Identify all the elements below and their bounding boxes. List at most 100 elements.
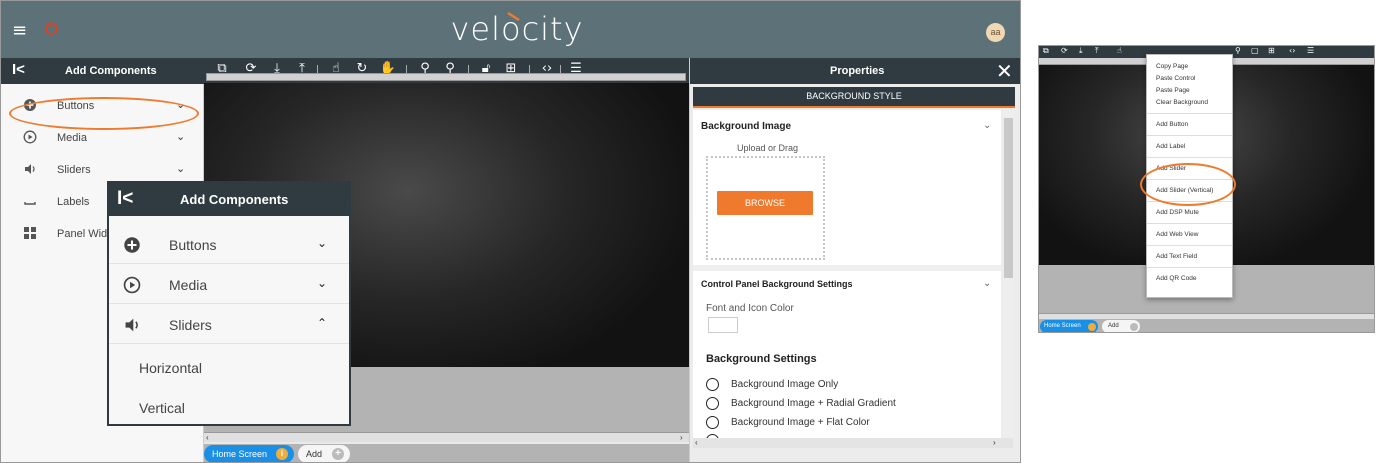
info-icon[interactable]: i — [276, 448, 288, 460]
logo-flame-icon — [507, 11, 520, 22]
radio-image-radial-gradient[interactable] — [706, 397, 719, 410]
collapse-panel-icon[interactable]: I< — [117, 188, 133, 210]
tab-background-style[interactable]: BACKGROUND STYLE — [693, 87, 1015, 108]
add-components-header: I< Add Components — [1, 58, 204, 84]
lock-icon[interactable]: ▢ — [1251, 46, 1259, 55]
slider-option-horizontal[interactable]: Horizontal — [139, 360, 202, 376]
properties-panel: Properties ✕ BACKGROUND STYLE Background… — [689, 58, 1020, 462]
zoomed-add-components-callout: I< Add Components Buttons ⌄ Media ⌄ Slid… — [107, 181, 351, 426]
collapse-panel-icon[interactable]: I< — [12, 61, 25, 78]
menu-item-clear-background[interactable]: Clear Background — [1156, 99, 1208, 106]
close-icon[interactable]: ✕ — [996, 59, 1013, 83]
scrollbar-thumb[interactable] — [1004, 118, 1013, 278]
chevron-down-icon[interactable]: ⌄ — [176, 130, 185, 143]
radio-image-only[interactable] — [706, 378, 719, 391]
radio-label: Background Image + Flat Color — [731, 417, 870, 428]
menu-item-add-label[interactable]: Add Label — [1156, 143, 1185, 150]
browse-button[interactable]: BROWSE — [717, 191, 813, 215]
category-label: Sliders — [57, 164, 91, 176]
component-category-buttons[interactable]: Buttons ⌄ — [109, 224, 349, 264]
component-category-media[interactable]: Media ⌄ — [109, 264, 349, 304]
toolbar-scrollbar[interactable] — [206, 73, 686, 81]
slider-option-vertical[interactable]: Vertical — [139, 400, 185, 416]
category-label: Buttons — [169, 237, 217, 253]
zoom-in-icon[interactable]: ⚲ — [1235, 46, 1241, 55]
scroll-right-icon[interactable]: › — [680, 433, 683, 442]
label-icon — [23, 194, 37, 208]
radio-image-flat-color[interactable] — [706, 416, 719, 429]
rotate-screen-icon[interactable]: ⟳ — [1061, 46, 1068, 55]
chevron-down-icon[interactable]: ⌄ — [317, 276, 327, 290]
category-label: Media — [169, 277, 208, 293]
info-icon[interactable] — [1088, 323, 1096, 331]
speaker-icon — [23, 162, 37, 176]
tab-label: Home Screen — [1044, 323, 1081, 329]
properties-vertical-scrollbar[interactable] — [1003, 110, 1014, 438]
component-category-sliders[interactable]: Sliders ⌃ — [109, 304, 349, 344]
widgets-icon — [23, 226, 37, 240]
menu-item-add-web-view[interactable]: Add Web View — [1156, 231, 1198, 238]
hamburger-menu-icon[interactable]: ≡ — [12, 20, 27, 41]
chevron-down-icon[interactable]: ⌄ — [176, 162, 185, 175]
properties-horizontal-scrollbar[interactable]: ‹ › — [693, 438, 1013, 448]
menu-item-paste-control[interactable]: Paste Control — [1156, 75, 1195, 82]
category-label: Labels — [57, 196, 90, 208]
menu-item-paste-page[interactable]: Paste Page — [1156, 87, 1190, 94]
menu-item-copy-page[interactable]: Copy Page — [1156, 63, 1188, 70]
page-tabs: Home Screen Add — [1039, 319, 1374, 332]
power-icon[interactable]: ⏻ — [45, 19, 58, 39]
properties-body: Background Image ⌄ Upload or Drag BROWSE… — [693, 110, 1001, 438]
upload-label: Upload or Drag — [737, 143, 799, 153]
properties-header: Properties ✕ — [690, 58, 1020, 84]
user-avatar[interactable]: aa — [986, 23, 1005, 42]
properties-title: Properties — [830, 65, 885, 77]
tab-home-screen[interactable]: Home Screen — [1040, 320, 1098, 332]
font-color-swatch[interactable] — [708, 317, 738, 333]
grid-icon[interactable]: ⊞ — [1268, 46, 1275, 55]
background-settings-label: Background Settings — [706, 353, 817, 365]
top-bar: ≡ ⏻ velocity aa — [1, 1, 1020, 58]
category-label: Media — [57, 132, 87, 144]
tab-home-screen[interactable]: Home Screen i — [204, 445, 294, 462]
menu-item-add-qr-code[interactable]: Add QR Code — [1156, 275, 1196, 282]
plus-icon[interactable]: + — [332, 448, 344, 460]
scroll-left-icon[interactable]: ‹ — [695, 438, 698, 447]
page-tabs: Home Screen i Add + — [204, 444, 689, 462]
background-image-label: Background Image — [701, 121, 792, 132]
section-divider — [693, 265, 1001, 271]
scroll-right-icon[interactable]: › — [993, 438, 996, 447]
canvas-horizontal-scrollbar[interactable]: ‹ › — [204, 432, 689, 442]
touch-icon[interactable]: ☝ — [1117, 46, 1122, 55]
chevron-down-icon[interactable]: ⌄ — [317, 236, 327, 250]
category-label: Panel Widg — [57, 228, 114, 240]
download-icon[interactable]: ⤓ — [1079, 46, 1083, 56]
upload-icon[interactable]: ⤒ — [1095, 46, 1099, 56]
tab-label: Add — [306, 449, 323, 459]
chevron-down-icon[interactable]: ⌄ — [983, 278, 991, 289]
tab-label: Add — [1108, 323, 1119, 329]
chevron-up-icon[interactable]: ⌃ — [317, 316, 327, 330]
plus-icon[interactable] — [1130, 323, 1138, 331]
add-components-header: I< Add Components — [109, 183, 349, 216]
speaker-icon — [123, 316, 141, 334]
panel-title: Add Components — [65, 65, 157, 77]
code-icon[interactable]: ‹› — [1289, 46, 1295, 55]
tab-add-page[interactable]: Add + — [298, 445, 350, 462]
radio-label: Background Image + Radial Gradient — [731, 398, 896, 409]
control-panel-settings-label: Control Panel Background Settings — [701, 279, 853, 289]
resize-icon[interactable]: ⧉ — [1043, 46, 1049, 56]
scroll-left-icon[interactable]: ‹ — [206, 433, 209, 442]
main-app-window: ≡ ⏻ velocity aa I< Add Components Button… — [0, 0, 1021, 463]
category-label: Sliders — [169, 317, 212, 333]
plus-circle-icon — [123, 236, 141, 254]
tab-add-page[interactable]: Add — [1102, 320, 1140, 332]
menu-item-add-button[interactable]: Add Button — [1156, 121, 1188, 128]
add-slider-highlight-ring — [1140, 163, 1236, 206]
settings-sliders-icon[interactable]: ☰ — [1307, 46, 1314, 55]
menu-item-add-dsp-mute[interactable]: Add DSP Mute — [1156, 209, 1199, 216]
chevron-down-icon[interactable]: ⌄ — [983, 120, 991, 131]
panel-title: Add Components — [180, 192, 289, 207]
sliders-highlight-ring — [9, 97, 199, 130]
menu-item-add-text-field[interactable]: Add Text Field — [1156, 253, 1197, 260]
play-circle-icon — [123, 276, 141, 294]
